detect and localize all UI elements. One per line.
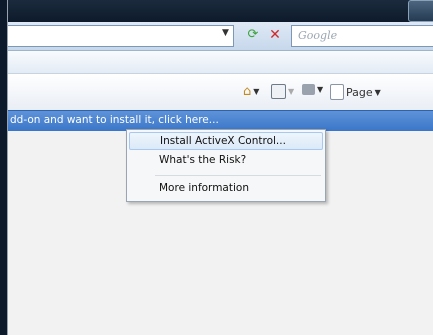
browser-window: ▼ ⟳ ✕ Google ⌂ ▼ ▼ ▼ Page ▼ dd-on and wa… xyxy=(0,0,433,335)
print-button[interactable]: ▼ xyxy=(302,84,323,95)
page-menu-button[interactable]: Page ▼ xyxy=(330,84,381,100)
window-control-button[interactable] xyxy=(408,0,433,22)
home-button[interactable]: ⌂ ▼ xyxy=(243,84,259,99)
information-bar-text: dd-on and want to install it, click here… xyxy=(10,114,219,126)
chevron-down-icon: ▼ xyxy=(288,87,295,96)
home-icon: ⌂ xyxy=(243,84,252,99)
menu-separator xyxy=(155,175,321,176)
stop-icon[interactable]: ✕ xyxy=(266,26,284,44)
search-input[interactable]: Google xyxy=(291,25,433,47)
chevron-down-icon: ▼ xyxy=(374,87,381,97)
tab-band xyxy=(8,51,433,74)
page-menu-label: Page xyxy=(346,85,373,99)
feeds-icon xyxy=(271,84,286,99)
address-dropdown-icon[interactable]: ▼ xyxy=(222,28,229,38)
feeds-button[interactable]: ▼ xyxy=(271,84,294,99)
address-field[interactable] xyxy=(8,25,234,47)
command-bar: ⌂ ▼ ▼ ▼ Page ▼ xyxy=(8,74,433,110)
context-menu: Install ActiveX Control... What's the Ri… xyxy=(126,129,326,202)
chevron-down-icon: ▼ xyxy=(317,85,324,94)
page-icon xyxy=(330,84,344,100)
title-bar xyxy=(8,0,433,22)
address-bar-row: ▼ ⟳ ✕ Google xyxy=(8,22,433,51)
browser-chrome: ▼ ⟳ ✕ Google ⌂ ▼ ▼ ▼ Page ▼ dd-on and wa… xyxy=(7,0,433,335)
print-icon xyxy=(302,84,315,95)
menu-item-install-activex[interactable]: Install ActiveX Control... xyxy=(129,132,323,150)
menu-item-whats-the-risk[interactable]: What's the Risk? xyxy=(129,151,323,169)
search-placeholder: Google xyxy=(298,29,338,42)
menu-item-more-information[interactable]: More information xyxy=(129,179,323,197)
refresh-icon[interactable]: ⟳ xyxy=(244,26,262,44)
chevron-down-icon: ▼ xyxy=(253,87,260,96)
